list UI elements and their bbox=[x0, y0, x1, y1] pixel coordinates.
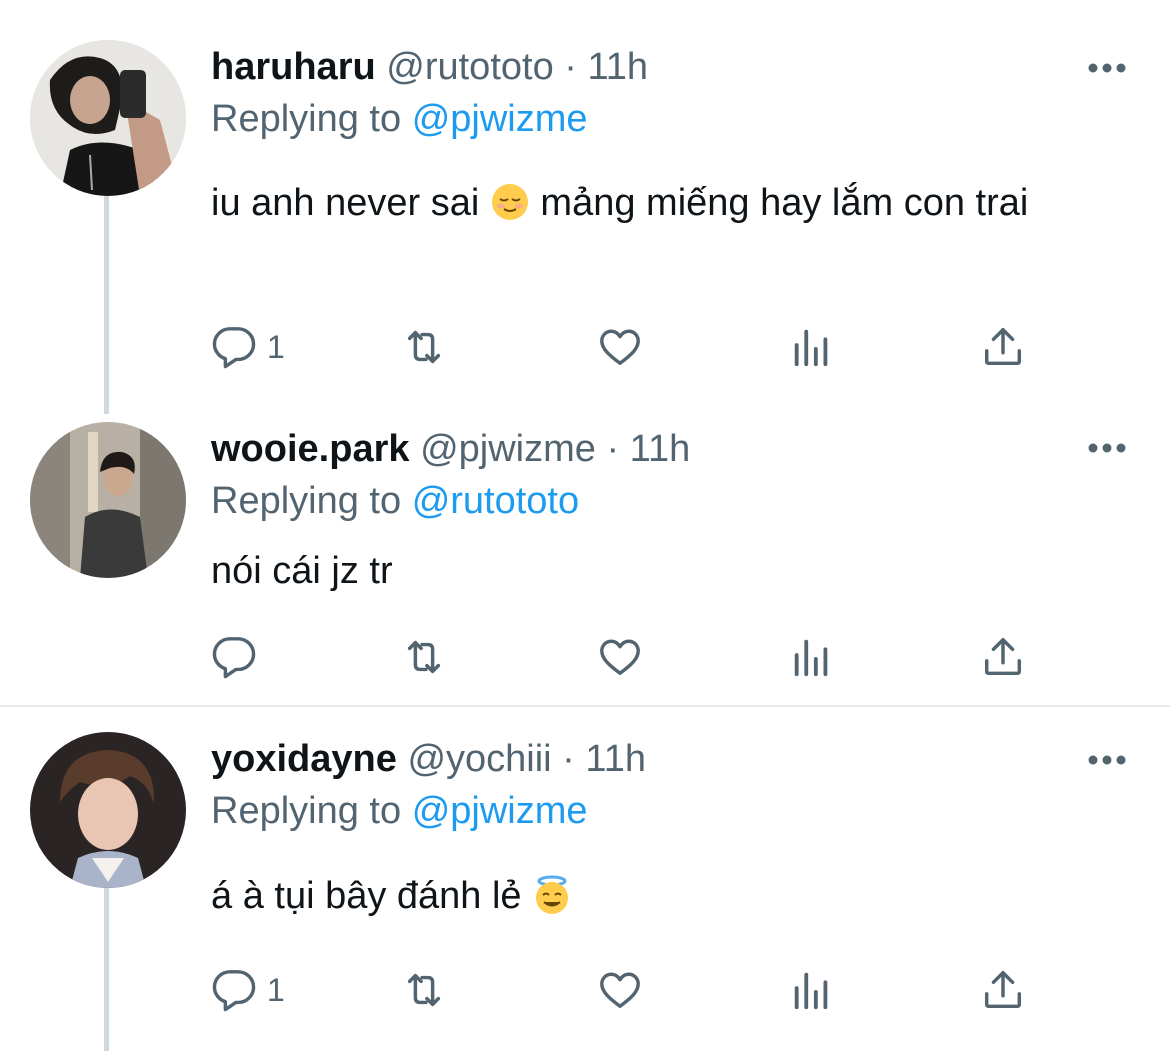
like-button[interactable] bbox=[597, 322, 643, 372]
more-options-icon[interactable] bbox=[1087, 740, 1127, 780]
analytics-icon bbox=[794, 972, 828, 1010]
user-handle[interactable]: @pjwizme bbox=[420, 428, 596, 470]
replying-to-label: Replying to bbox=[211, 790, 402, 832]
mention-link[interactable]: @pjwizme bbox=[412, 790, 588, 832]
retweet-icon bbox=[407, 640, 441, 674]
replying-to: Replying to @pjwizme bbox=[211, 788, 588, 834]
retweet-button[interactable] bbox=[401, 322, 447, 372]
tweet-header: yoxidayne @yochiii · 11h bbox=[211, 736, 646, 782]
share-icon bbox=[984, 328, 1022, 366]
relieved-face-icon bbox=[490, 182, 530, 222]
user-handle[interactable]: @rutototo bbox=[386, 46, 553, 88]
views-button[interactable] bbox=[789, 322, 835, 372]
separator-dot: · bbox=[606, 428, 620, 470]
action-bar: 1 bbox=[211, 965, 1051, 1015]
separator-dot: · bbox=[564, 46, 577, 88]
reply-icon bbox=[212, 637, 256, 679]
share-icon bbox=[984, 638, 1022, 676]
timestamp[interactable]: 11h bbox=[630, 428, 691, 470]
avatar[interactable] bbox=[30, 422, 186, 578]
mention-link[interactable]: @pjwizme bbox=[412, 98, 588, 140]
reply-count: 1 bbox=[267, 971, 285, 1008]
share-icon bbox=[984, 971, 1022, 1009]
tweet-header: wooie.park @pjwizme · 11h bbox=[211, 426, 690, 472]
more-options-icon[interactable] bbox=[1087, 428, 1127, 468]
like-button[interactable] bbox=[597, 965, 643, 1015]
replying-to-label: Replying to bbox=[211, 98, 402, 140]
analytics-icon bbox=[794, 639, 828, 677]
retweet-icon bbox=[407, 973, 441, 1007]
separator-dot: · bbox=[562, 738, 575, 780]
tweet[interactable]: yoxidayne @yochiii · 11h Replying to @pj… bbox=[0, 707, 1170, 1051]
heart-icon bbox=[600, 639, 640, 676]
tweet-text: iu anh never sai mảng miếng hay lắm con … bbox=[211, 176, 1111, 230]
reply-button[interactable]: 1 bbox=[211, 965, 285, 1015]
display-name[interactable]: yoxidayne bbox=[211, 738, 397, 780]
heart-icon bbox=[600, 329, 640, 366]
tweet-text: á à tụi bây đánh lẻ bbox=[211, 869, 1111, 923]
retweet-icon bbox=[407, 330, 441, 364]
retweet-button[interactable] bbox=[401, 965, 447, 1015]
retweet-button[interactable] bbox=[401, 632, 447, 682]
user-handle[interactable]: @yochiii bbox=[407, 738, 551, 780]
views-button[interactable] bbox=[789, 632, 835, 682]
action-bar bbox=[211, 632, 1051, 682]
more-options-icon[interactable] bbox=[1087, 48, 1127, 88]
share-button[interactable] bbox=[980, 632, 1026, 682]
action-bar: 1 bbox=[211, 322, 1051, 372]
replying-to: Replying to @pjwizme bbox=[211, 96, 588, 142]
views-button[interactable] bbox=[789, 965, 835, 1015]
avatar[interactable] bbox=[30, 40, 186, 196]
tweet-text-part: á à tụi bây đánh lẻ bbox=[211, 875, 522, 917]
replying-to: Replying to @rutototo bbox=[211, 478, 579, 524]
timestamp[interactable]: 11h bbox=[585, 738, 646, 780]
like-button[interactable] bbox=[597, 632, 643, 682]
tweet[interactable]: wooie.park @pjwizme · 11h Replying to @r… bbox=[0, 410, 1170, 706]
reply-count: 1 bbox=[267, 328, 285, 365]
reply-button[interactable]: 1 bbox=[211, 322, 285, 372]
display-name[interactable]: wooie.park bbox=[211, 428, 410, 470]
display-name[interactable]: haruharu bbox=[211, 46, 376, 88]
heart-icon bbox=[600, 972, 640, 1009]
reply-icon bbox=[212, 327, 256, 369]
tweet-text-part: mảng miếng hay lắm con trai bbox=[540, 182, 1029, 224]
tweet[interactable]: haruharu @rutototo · 11h Replying to @pj… bbox=[0, 0, 1170, 410]
share-button[interactable] bbox=[980, 965, 1026, 1015]
share-button[interactable] bbox=[980, 322, 1026, 372]
smiling-face-with-halo-icon bbox=[532, 875, 572, 915]
analytics-icon bbox=[794, 329, 828, 367]
timestamp[interactable]: 11h bbox=[587, 46, 648, 88]
reply-button[interactable] bbox=[211, 632, 267, 682]
tweet-text-part: iu anh never sai bbox=[211, 182, 480, 224]
reply-icon bbox=[212, 970, 256, 1012]
avatar[interactable] bbox=[30, 732, 186, 888]
tweet-header: haruharu @rutototo · 11h bbox=[211, 44, 648, 90]
mention-link[interactable]: @rutototo bbox=[412, 480, 579, 522]
tweet-text: nói cái jz tr bbox=[211, 550, 393, 592]
replying-to-label: Replying to bbox=[211, 480, 402, 522]
